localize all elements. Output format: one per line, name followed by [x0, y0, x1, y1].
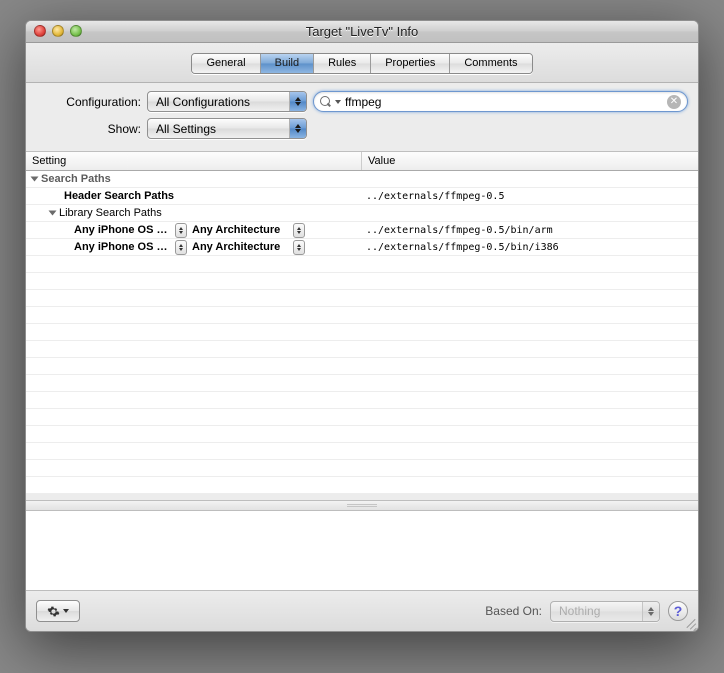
- configuration-value: All Configurations: [156, 95, 283, 109]
- resize-grip[interactable]: [683, 616, 695, 628]
- condition-arch[interactable]: Any Architecture: [192, 241, 288, 253]
- group-row[interactable]: Search Paths: [26, 171, 698, 188]
- tab-general[interactable]: General: [192, 54, 260, 73]
- chevron-up-down-icon: [289, 92, 306, 111]
- stepper-icon[interactable]: [175, 223, 187, 238]
- window-title: Target "LiveTv" Info: [26, 24, 698, 39]
- condition-sdk[interactable]: Any iPhone OS …: [74, 241, 170, 253]
- search-icon: [320, 96, 332, 108]
- show-popup[interactable]: All Settings: [147, 118, 307, 139]
- setting-value[interactable]: ../externals/ffmpeg-0.5/bin/arm: [362, 225, 698, 236]
- condition-arch[interactable]: Any Architecture: [192, 224, 288, 236]
- column-value[interactable]: Value: [362, 152, 698, 170]
- tab-build[interactable]: Build: [261, 54, 314, 73]
- window: Target "LiveTv" Info General Build Rules…: [25, 20, 699, 632]
- gear-icon: [47, 605, 60, 618]
- configuration-label: Configuration:: [36, 95, 141, 109]
- titlebar[interactable]: Target "LiveTv" Info: [26, 21, 698, 43]
- disclosure-triangle-icon[interactable]: [49, 211, 57, 216]
- setting-value[interactable]: ../externals/ffmpeg-0.5/bin/i386: [362, 242, 698, 253]
- condition-sdk[interactable]: Any iPhone OS …: [74, 224, 170, 236]
- column-setting[interactable]: Setting: [26, 152, 362, 170]
- tab-rules[interactable]: Rules: [314, 54, 371, 73]
- settings-table[interactable]: Search Paths Header Search Paths ../exte…: [26, 171, 698, 501]
- group-label: Search Paths: [41, 173, 111, 185]
- table-header: Setting Value: [26, 151, 698, 171]
- stepper-icon[interactable]: [293, 223, 305, 238]
- action-menu-button[interactable]: [36, 600, 80, 622]
- tab-bar: General Build Rules Properties Comments: [191, 53, 532, 74]
- setting-value[interactable]: ../externals/ffmpeg-0.5: [362, 191, 698, 202]
- search-menu-icon[interactable]: [335, 100, 341, 104]
- search-input[interactable]: [345, 95, 663, 109]
- show-label: Show:: [36, 122, 141, 136]
- zoom-button[interactable]: [70, 25, 82, 37]
- chevron-up-down-icon: [289, 119, 306, 138]
- based-on-label: Based On:: [485, 604, 542, 618]
- split-view-handle[interactable]: [26, 501, 698, 511]
- table-row[interactable]: Any iPhone OS … Any Architecture ../exte…: [26, 222, 698, 239]
- disclosure-triangle-icon[interactable]: [31, 177, 39, 182]
- stepper-icon[interactable]: [293, 240, 305, 255]
- search-field[interactable]: ✕: [313, 91, 688, 112]
- configuration-popup[interactable]: All Configurations: [147, 91, 307, 112]
- table-row[interactable]: Library Search Paths: [26, 205, 698, 222]
- tab-properties[interactable]: Properties: [371, 54, 450, 73]
- description-pane: [26, 511, 698, 591]
- close-button[interactable]: [34, 25, 46, 37]
- footer: Based On: Nothing ?: [26, 591, 698, 631]
- setting-label: Header Search Paths: [64, 190, 174, 202]
- setting-label: Library Search Paths: [59, 207, 162, 219]
- table-row[interactable]: Header Search Paths ../externals/ffmpeg-…: [26, 188, 698, 205]
- tab-comments[interactable]: Comments: [450, 54, 531, 73]
- chevron-down-icon: [63, 609, 69, 613]
- minimize-button[interactable]: [52, 25, 64, 37]
- based-on-popup: Nothing: [550, 601, 660, 622]
- stepper-icon[interactable]: [175, 240, 187, 255]
- clear-search-button[interactable]: ✕: [667, 95, 681, 109]
- show-value: All Settings: [156, 122, 283, 136]
- toolbar: General Build Rules Properties Comments: [26, 43, 698, 83]
- based-on-value: Nothing: [559, 604, 636, 618]
- chevron-up-down-icon: [642, 602, 659, 621]
- table-row[interactable]: Any iPhone OS … Any Architecture ../exte…: [26, 239, 698, 256]
